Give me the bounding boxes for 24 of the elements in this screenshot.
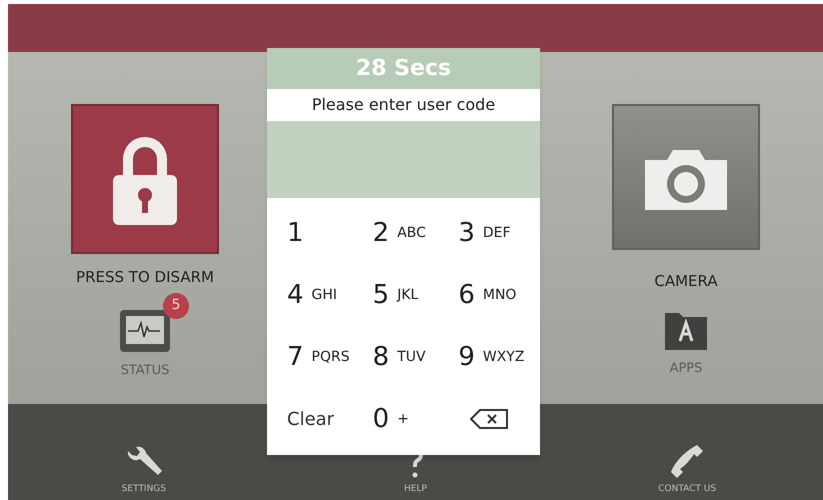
keypad-key[interactable]: 6 MNO	[446, 264, 532, 326]
notification-badge: 5	[163, 292, 189, 318]
keypad-key[interactable]: 2 ABC	[360, 202, 446, 264]
keypad-key[interactable]: 5 JKL	[360, 264, 446, 326]
monitor-icon	[119, 308, 171, 352]
countdown: 28 Secs	[354, 55, 452, 83]
backspace-icon	[470, 409, 508, 429]
keypad-key[interactable]: 3 DEF	[446, 202, 532, 264]
disarm-tile[interactable]	[71, 104, 219, 254]
phone-icon	[669, 442, 706, 478]
status-label: STATUS	[120, 362, 170, 380]
bottom-nav-button[interactable]: CONTACT US	[551, 442, 823, 496]
keypad-key[interactable]: 7 PQRS	[275, 326, 361, 388]
keypad-key[interactable]: 8 TUV	[360, 326, 446, 388]
keypad-key[interactable]: 0 +	[360, 388, 446, 450]
keypad-key[interactable]: 4 GHI	[275, 264, 361, 326]
disarm-label: PRESS TO DISARM	[76, 267, 214, 288]
prompt-text: Please enter user code	[267, 89, 540, 121]
code-input-field[interactable]	[267, 121, 540, 198]
camera-tile[interactable]	[612, 104, 760, 250]
keypad-key[interactable]: 1	[275, 202, 361, 264]
apps-label: APPS	[670, 360, 702, 378]
keypad-key[interactable]: 9 WXYZ	[446, 326, 532, 388]
camera-label: CAMERA	[654, 271, 718, 292]
